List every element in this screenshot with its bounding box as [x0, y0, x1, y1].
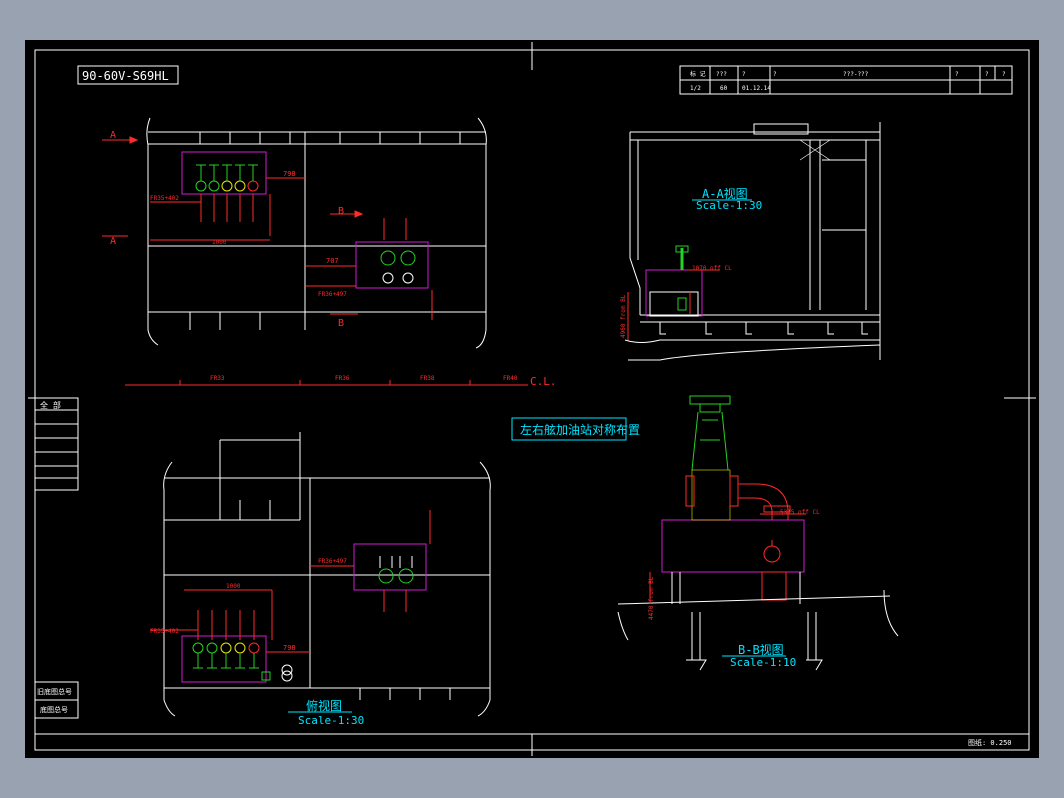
cad-drawing-sheet: 图纸: 0.250 90-60V-S69HL 标 记 ??? ? ? ???-?…	[25, 40, 1039, 758]
top-view-scale: Scale-1:30	[298, 714, 364, 727]
bb-view-title: B-B视图	[738, 642, 784, 657]
tb-r2-1: 60	[720, 85, 728, 92]
dim-1000-bottom: 1000	[226, 583, 241, 590]
tb-r1-5: ?	[955, 71, 959, 78]
bb-dim-2: 4470 from BL	[648, 576, 655, 620]
tb-r1-7: ?	[1002, 71, 1006, 78]
tb-r1-6: ?	[985, 71, 989, 78]
drawing-background	[25, 40, 1039, 758]
aa-view-scale: Scale-1:30	[696, 199, 762, 212]
tb-r1-2: ?	[742, 71, 746, 78]
dim-798-top: 798	[283, 170, 296, 178]
drawing-code: 90-60V-S69HL	[82, 69, 169, 83]
fr-bot-1: FR35+402	[150, 628, 179, 635]
symmetry-note: 左右舷加油站对称布置	[520, 422, 640, 437]
fr-top-1: FR35+402	[150, 195, 179, 202]
tb-r1-1: ???	[716, 71, 727, 78]
fr-mark-0: FR33	[210, 375, 225, 382]
centerline-label: C.L.	[530, 375, 557, 388]
dim-707: 707	[326, 257, 339, 265]
tb-r1-3: ?	[773, 71, 777, 78]
dim-798-bottom: 798	[283, 644, 296, 652]
scale-status: 图纸: 0.250	[968, 738, 1012, 747]
tb-r1-4: ???-???	[843, 71, 869, 78]
total-label: 全 部	[40, 400, 61, 410]
dim-1000-top: 1000	[212, 239, 227, 246]
top-view-title: 俯视图	[306, 698, 342, 713]
section-a-top: A	[110, 130, 116, 141]
aa-dim-1: 1070 off CL	[692, 265, 732, 272]
fr-bot-2: FR36+497	[318, 558, 347, 565]
tb-r2-0: 1/2	[690, 85, 701, 92]
aa-dim-2: 4960 from BL	[620, 294, 627, 338]
fr-top-2: FR36+497	[318, 291, 347, 298]
section-b-top: B	[338, 206, 344, 217]
fr-mark-3: FR40	[503, 375, 518, 382]
section-a-bottom: A	[110, 236, 116, 247]
section-b-bottom: B	[338, 318, 344, 329]
old-base-label: 旧底图总号	[37, 687, 72, 696]
tb-r1-0: 标 记	[690, 70, 706, 78]
bb-dim-1: 5315 off CL	[780, 509, 820, 516]
base-label: 底图总号	[40, 705, 68, 714]
fr-mark-2: FR38	[420, 375, 435, 382]
tb-r2-2: 01.12.14	[742, 85, 771, 92]
fr-mark-1: FR36	[335, 375, 350, 382]
bb-view-scale: Scale-1:10	[730, 656, 796, 669]
